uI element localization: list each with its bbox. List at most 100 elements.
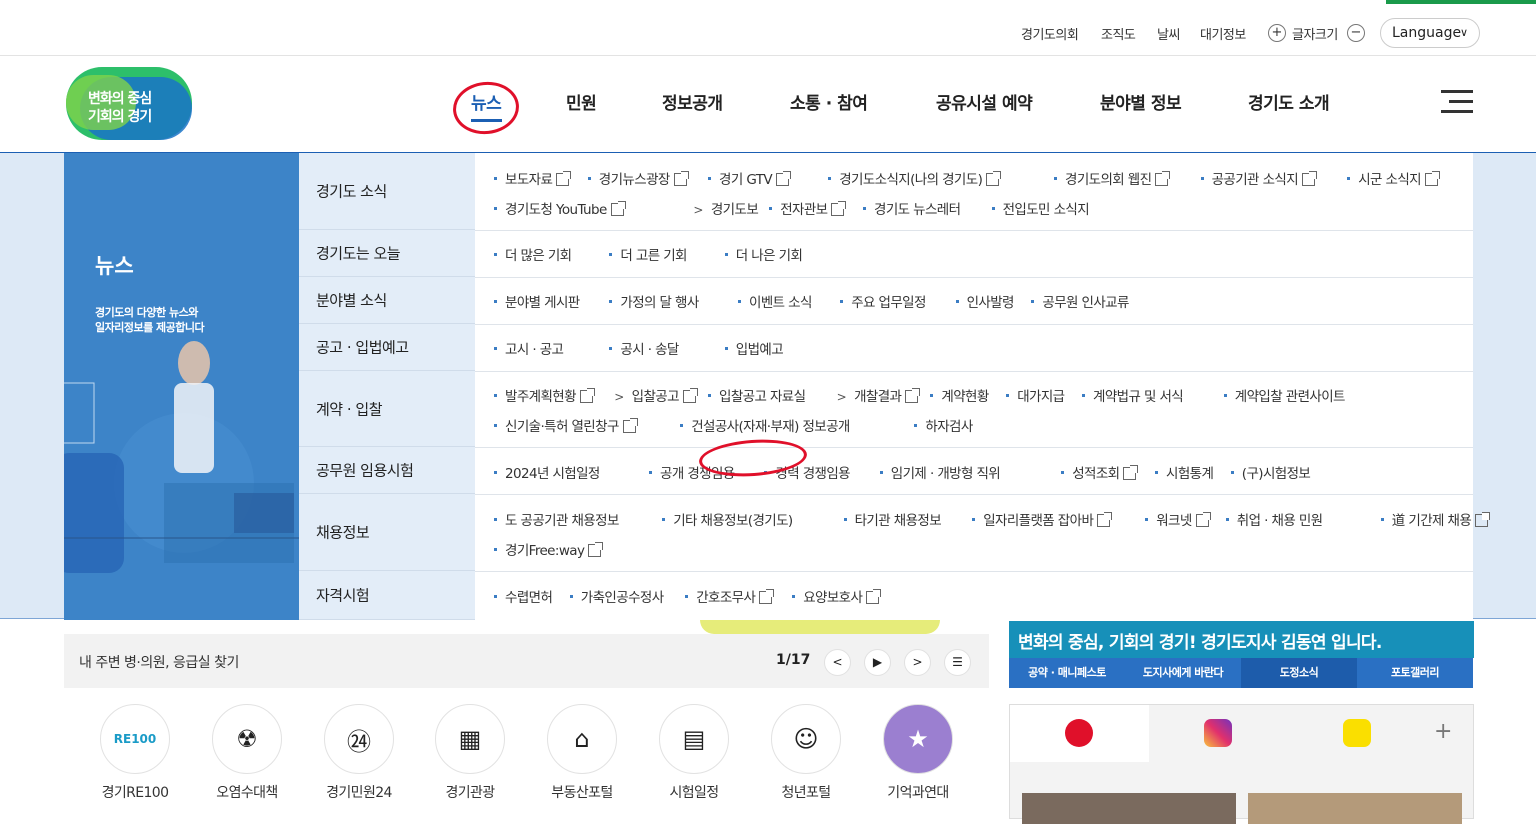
mega-category[interactable]: 자격시험 [299,571,475,620]
mega-link[interactable]: 공시 · 송달 [609,338,679,358]
mega-link[interactable]: 기타 채용정보(경기도) [662,509,793,529]
mega-link[interactable]: 도 공공기관 채용정보 [494,509,619,529]
mega-link[interactable]: 타기관 채용정보 [843,509,942,529]
mega-link[interactable]: 주요 업무일정 [840,291,926,311]
row-divider [475,371,1473,372]
sns-tab-youtube[interactable] [1010,705,1149,762]
menu-icon[interactable] [1441,90,1473,114]
governor-tab-manifesto[interactable]: 공약 · 매니페스토 [1009,658,1125,688]
quick-link[interactable]: ⌂ 부동산포털 [537,704,627,802]
mega-link[interactable]: > 개찰결과 [837,385,921,405]
mega-link[interactable]: 발주계획현황 [494,385,595,405]
mega-link[interactable]: 고시 · 공고 [494,338,564,358]
gnb-participation[interactable]: 소통 · 참여 [790,89,868,114]
mega-link[interactable]: 일자리플랫폼 잡아바 [972,509,1113,529]
mega-link[interactable]: 임기제 · 개방형 직위 [879,462,1001,482]
mega-link[interactable]: 더 고른 기회 [609,244,687,264]
governor-tab-news[interactable]: 도정소식 [1241,658,1357,688]
mega-link[interactable]: 신기술·특허 열린창구 [494,415,638,435]
mega-link[interactable]: 분야별 게시판 [494,291,580,311]
mega-link[interactable]: 워크넷 [1145,509,1211,529]
mega-link[interactable]: 계약법규 및 서식 [1082,385,1184,405]
sns-tab-instagram[interactable] [1149,705,1288,762]
video-thumbnail[interactable] [1248,793,1462,824]
mega-link[interactable]: 가정의 달 행사 [609,291,699,311]
mega-link[interactable]: 道 기간제 채용 [1380,509,1491,529]
mega-link[interactable]: 입법예고 [724,338,784,358]
font-increase-button[interactable]: + [1268,24,1286,42]
gnb-facility-booking[interactable]: 공유시설 예약 [936,89,1033,114]
language-button[interactable]: Language ∨ [1380,18,1480,48]
mega-link[interactable]: 시군 소식지 [1347,168,1440,188]
mega-link[interactable]: 보도자료 [494,168,572,188]
quick-link[interactable]: ㉔ 경기민원24 [314,704,404,802]
quick-link[interactable]: ☺ 청년포털 [761,704,851,802]
mega-link[interactable]: 취업 · 채용 민원 [1225,509,1323,529]
mega-link[interactable]: 수렵면허 [494,586,553,606]
notice-next-button[interactable]: > [904,649,931,676]
mega-link[interactable]: 2024년 시험일정 [494,462,600,482]
mega-category[interactable]: 경기도 소식 [299,153,475,230]
mega-category[interactable]: 분야별 소식 [299,277,475,324]
mega-category[interactable]: 계약 · 입찰 [299,371,475,447]
mega-link[interactable]: 건설공사(자재·부재) 정보공개 [680,415,850,435]
mega-link[interactable]: 공공기관 소식지 [1200,168,1318,188]
mega-link[interactable]: 인사발령 [955,291,1014,311]
governor-tab-request[interactable]: 도지사에게 바란다 [1125,658,1241,688]
mega-link[interactable]: 경기도청 YouTube [494,198,626,218]
governor-tab-photo[interactable]: 포토갤러리 [1357,658,1473,688]
mega-link[interactable]: 더 나은 기회 [724,244,803,264]
mega-link[interactable]: 경기뉴스광장 [587,168,689,188]
font-decrease-button[interactable]: − [1347,24,1365,42]
mega-link[interactable]: 전자관보 [769,198,847,218]
util-link-air-quality[interactable]: 대기정보 [1200,24,1246,43]
mega-link[interactable]: 공무원 인사교류 [1031,291,1129,311]
mega-category[interactable]: 공고 · 입법예고 [299,324,475,371]
quick-link[interactable]: ☢ 오염수대책 [202,704,292,802]
mega-link[interactable]: 경기도 뉴스레터 [863,198,961,218]
governor-banner[interactable]: 변화의 중심, 기회의 경기! 경기도지사 김동연 입니다. [1009,621,1474,658]
site-logo[interactable]: 변화의 중심 기회의 경기 [66,67,192,140]
mega-link[interactable]: 대가지급 [1006,385,1065,405]
gnb-field-info[interactable]: 분야별 정보 [1100,89,1182,114]
mega-link[interactable]: 계약현황 [930,385,989,405]
mega-link[interactable]: 계약입찰 관련사이트 [1223,385,1345,405]
mega-link[interactable]: 경기도의회 웹진 [1054,168,1171,188]
gnb-info-disclosure[interactable]: 정보공개 [662,89,723,114]
mega-link[interactable]: 가축인공수정사 [569,586,664,606]
mega-link[interactable]: 경기도소식지(나의 경기도) [828,168,1002,188]
mega-link[interactable]: > 경기도보 [693,198,758,218]
notice-text[interactable]: 내 주변 병·의원, 응급실 찾기 [79,652,239,672]
notice-list-button[interactable]: ☰ [944,649,971,676]
gnb-civil[interactable]: 민원 [566,89,597,114]
mega-link[interactable]: 경기 GTV [708,168,791,188]
mega-link[interactable]: 입찰공고 자료실 [708,385,806,405]
mega-link[interactable]: 요양보호사 [792,586,882,606]
notice-play-button[interactable]: ▶ [864,649,891,676]
mega-link[interactable]: 간호조무사 [685,586,775,606]
notice-prev-button[interactable]: < [824,649,851,676]
util-link-org-chart[interactable]: 조직도 [1101,24,1136,43]
util-link-council[interactable]: 경기도의회 [1021,24,1079,43]
video-thumbnail[interactable] [1022,793,1236,824]
mega-category[interactable]: 경기도는 오늘 [299,230,475,277]
mega-link[interactable]: 성적조회 [1061,462,1139,482]
mega-link[interactable]: 시험통계 [1155,462,1214,482]
mega-link[interactable]: 전입도민 소식지 [991,198,1090,218]
quick-link[interactable]: RE100 경기RE100 [90,704,180,802]
quick-link[interactable]: ▤ 시험일정 [649,704,739,802]
mega-link[interactable]: > 입찰공고 [614,385,698,405]
quick-link[interactable]: ▦ 경기관광 [425,704,515,802]
mega-link[interactable]: 이벤트 소식 [738,291,812,311]
sns-tab-kakao[interactable] [1288,705,1427,762]
mega-category[interactable]: 공무원 임용시험 [299,447,475,494]
sns-more-button[interactable]: + [1434,719,1452,744]
mega-link[interactable]: (구)시험정보 [1230,462,1311,482]
gnb-about[interactable]: 경기도 소개 [1248,89,1330,114]
mega-link[interactable]: 경기Free:way [494,539,604,559]
mega-link[interactable]: 더 많은 기회 [494,244,572,264]
quick-link[interactable]: ★ 기억과연대 [873,704,963,802]
mega-category[interactable]: 채용정보 [299,494,475,571]
util-link-weather[interactable]: 날씨 [1157,24,1180,43]
mega-link[interactable]: 하자검사 [914,415,973,435]
